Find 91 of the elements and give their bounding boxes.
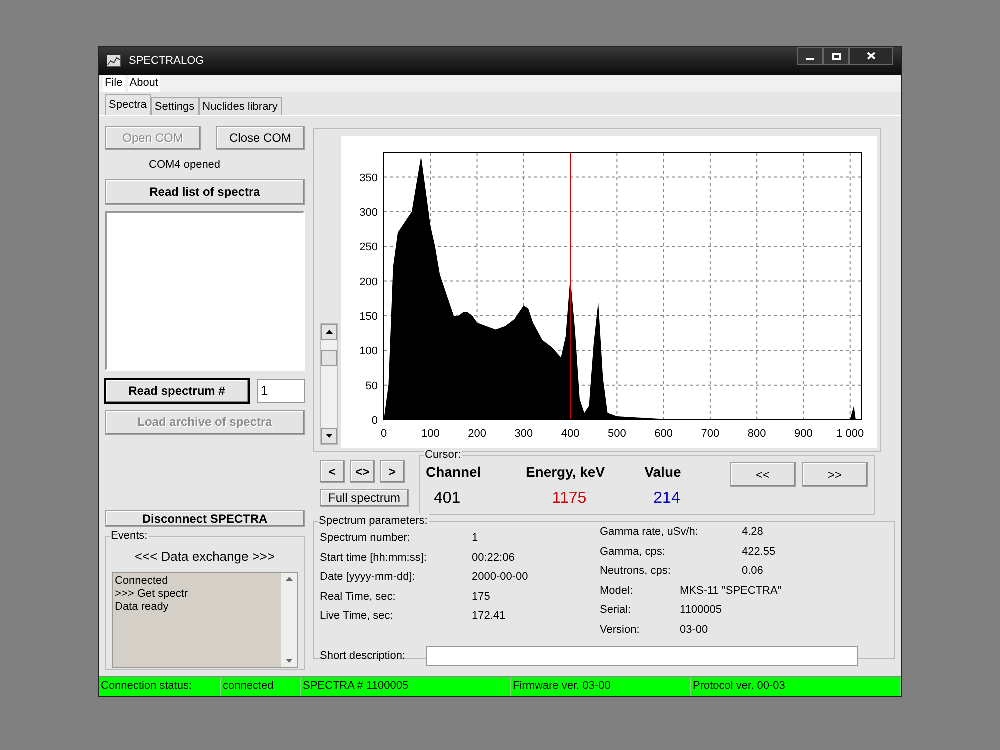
parameter-label: Spectrum number: (320, 531, 412, 546)
nav-button[interactable]: > (380, 460, 405, 483)
parameter-label: Date [yyyy-mm-dd]: (320, 570, 416, 585)
y-tick-label: 250 (360, 242, 378, 254)
maximize-button[interactable] (823, 47, 849, 65)
parameter-value: 0.06 (742, 564, 764, 579)
y-tick-label: 0 (372, 415, 378, 427)
full-spectrum-button[interactable]: Full spectrum (320, 489, 409, 507)
parameter-value: 172.41 (472, 609, 506, 624)
page-button[interactable]: >> (802, 462, 868, 487)
scroll-up-button[interactable] (321, 324, 337, 340)
scroll-down-button[interactable] (321, 428, 337, 444)
description-field[interactable] (426, 646, 858, 666)
minimize-button[interactable] (797, 47, 823, 65)
y-tick-label: 200 (360, 276, 378, 288)
event-line: Connected (115, 574, 168, 588)
tab[interactable]: Settings (150, 97, 199, 115)
close-com-button[interactable]: Close COM (216, 126, 305, 150)
read-spectrum-button[interactable]: Read spectrum # (105, 378, 249, 402)
parameter-label: Neutrons, cps: (600, 564, 672, 579)
parameter-value: 1 (472, 531, 478, 546)
nav-button[interactable]: < (320, 460, 345, 483)
parameter-label: Gamma, cps: (600, 544, 666, 560)
event-line: Data ready (115, 600, 169, 614)
status-field: Firmware ver. 03-00 (511, 677, 691, 696)
cursor-field-label: Channel (426, 463, 482, 482)
y-tick-label: 150 (360, 310, 378, 323)
cursor-field-value: 214 (654, 489, 680, 509)
window-title: SPECTRALOG (129, 54, 204, 69)
close-icon (866, 52, 876, 60)
x-tick-label: 0 (380, 428, 388, 440)
x-tick-label: 700 (701, 428, 720, 440)
down-arrow-icon (326, 434, 332, 438)
parameter-label: Model: (600, 584, 634, 598)
y-tick-label: 350 (360, 172, 378, 184)
menu-item[interactable]: About (128, 75, 160, 92)
nav-button[interactable]: <> (350, 460, 375, 483)
parameter-value: 422.55 (742, 544, 776, 560)
x-tick-label: 900 (794, 428, 813, 440)
cursor-field-label: Value (644, 463, 682, 482)
read-list-button[interactable]: Read list of spectra (105, 178, 305, 204)
x-tick-label: 300 (514, 428, 534, 440)
status-field: connected (221, 677, 301, 696)
x-tick-label: 400 (561, 428, 580, 440)
parameter-label: Live Time, sec: (320, 609, 394, 624)
page-button[interactable]: << (730, 462, 796, 487)
tab[interactable]: Nuclides library (198, 97, 282, 115)
parameter-label: Version: (600, 622, 641, 638)
up-arrow-icon (326, 330, 332, 334)
scroll-thumb[interactable] (321, 350, 337, 366)
parameter-label: Gamma rate, uSv/h: (600, 525, 700, 540)
down-arrow-icon (286, 658, 292, 662)
description-label: Short description: (320, 648, 407, 664)
spectra-list[interactable] (105, 210, 305, 370)
status-field: SPECTRA # 1100005 (301, 677, 511, 696)
parameter-label: Real Time, sec: (320, 590, 397, 604)
parameter-label: Start time [hh:mm:ss]: (320, 550, 428, 566)
menu-item[interactable]: File (103, 75, 125, 92)
status-field: Protocol ver. 00-03 (691, 677, 901, 696)
parameters-label: Spectrum parameters: (318, 514, 429, 528)
y-tick-label: 100 (360, 346, 378, 358)
event-line: >>> Get spectr (115, 588, 188, 600)
events-heading: <<< Data exchange >>> (134, 548, 276, 566)
app-icon (107, 55, 121, 67)
disconnect-button[interactable]: Disconnect SPECTRA (105, 510, 305, 527)
cursor-field-value: 1175 (552, 489, 587, 509)
com-status: COM4 opened (149, 158, 221, 173)
x-tick-label: 200 (468, 428, 486, 440)
parameter-value: 00:22:06 (472, 550, 515, 566)
parameter-value: 2000-00-00 (472, 570, 528, 585)
cursor-field-label: Energy, keV (526, 463, 606, 482)
parameter-value: 4.28 (742, 525, 764, 540)
close-button[interactable] (849, 47, 893, 65)
up-arrow-icon (286, 576, 292, 580)
x-tick-label: 800 (748, 428, 766, 440)
cursor-field-value: 401 (434, 489, 462, 509)
y-tick-label: 50 (366, 380, 378, 392)
parameter-value: 1100005 (680, 603, 722, 618)
x-tick-label: 1 000 (836, 428, 864, 440)
status-field: Connection status: (99, 677, 221, 696)
spectrum-number-field[interactable]: 1 (257, 378, 305, 402)
x-tick-label: 600 (654, 428, 673, 440)
x-tick-label: 500 (608, 428, 626, 440)
parameter-value: MKS-11 "SPECTRA" (680, 584, 782, 598)
y-tick-label: 300 (360, 206, 378, 219)
zoom-scrollbar[interactable] (320, 323, 338, 445)
x-tick-label: 100 (421, 428, 440, 440)
parameter-value: 175 (472, 590, 490, 604)
parameter-value: 03-00 (680, 622, 708, 638)
tab[interactable]: Spectra (105, 94, 151, 115)
parameter-label: Serial: (600, 603, 632, 618)
